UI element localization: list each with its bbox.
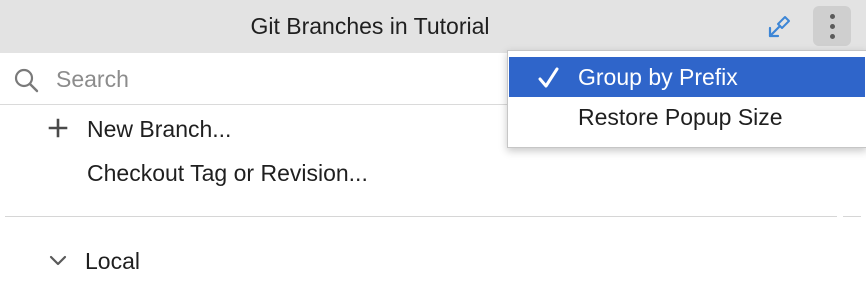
- more-options-button[interactable]: [813, 6, 851, 46]
- more-vertical-icon: [830, 24, 835, 29]
- options-dropdown-menu: Group by Prefix Restore Popup Size: [507, 50, 866, 148]
- menu-item-restore-popup-size[interactable]: Restore Popup Size: [509, 97, 865, 137]
- section-divider: [843, 216, 861, 217]
- chevron-down-icon[interactable]: [47, 250, 69, 272]
- more-vertical-icon: [830, 14, 835, 19]
- new-branch-action[interactable]: New Branch...: [87, 109, 231, 149]
- checkmark-icon: [538, 67, 559, 88]
- menu-item-label: Group by Prefix: [578, 63, 738, 90]
- menu-item-label: Restore Popup Size: [578, 103, 783, 130]
- section-divider: [5, 216, 837, 217]
- plus-icon: [48, 118, 68, 138]
- popup-title: Git Branches in Tutorial: [250, 13, 490, 39]
- checkout-tag-action[interactable]: Checkout Tag or Revision...: [87, 153, 368, 193]
- search-input[interactable]: [56, 62, 476, 96]
- popup-titlebar: Git Branches in Tutorial: [0, 0, 866, 53]
- pin-icon[interactable]: [764, 12, 794, 42]
- menu-item-group-by-prefix[interactable]: Group by Prefix: [509, 57, 865, 97]
- search-icon: [14, 68, 39, 93]
- more-vertical-icon: [830, 34, 835, 39]
- local-branches-group[interactable]: Local: [85, 241, 140, 281]
